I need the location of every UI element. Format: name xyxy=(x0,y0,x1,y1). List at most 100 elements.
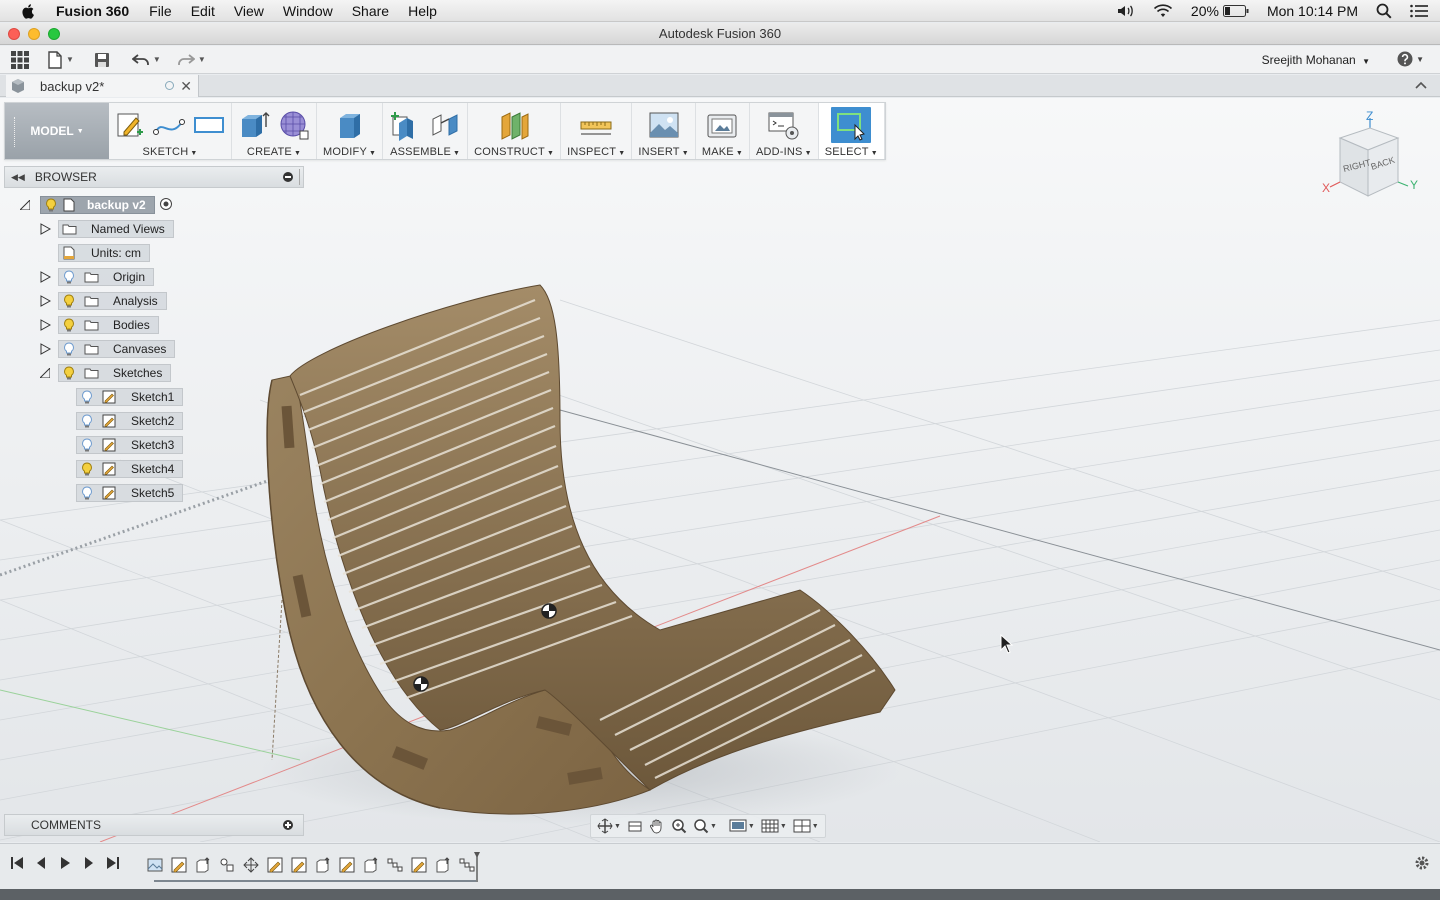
expand-triangle-icon[interactable] xyxy=(40,295,51,307)
design-canvas[interactable] xyxy=(0,98,1440,842)
save-button[interactable] xyxy=(94,48,110,72)
add-comment-icon[interactable] xyxy=(283,820,293,830)
close-tab-icon[interactable]: ✕ xyxy=(180,78,192,95)
make-group[interactable]: MAKE ▼ xyxy=(696,103,750,159)
timeline-sketch-icon[interactable] xyxy=(290,856,308,874)
pan-button[interactable] xyxy=(649,818,665,834)
tree-root[interactable]: backup v2 xyxy=(20,196,173,214)
select-group[interactable]: SELECT ▼ xyxy=(818,103,885,159)
extrude-icon[interactable] xyxy=(238,109,270,141)
chevron-up-icon[interactable] xyxy=(1414,78,1428,92)
window-zoom-button[interactable] xyxy=(48,28,60,40)
timeline-move-body-icon[interactable] xyxy=(242,856,260,874)
visibility-bulb-off-icon[interactable] xyxy=(79,389,95,405)
select-icon[interactable] xyxy=(835,109,867,141)
timeline-extrude-icon[interactable] xyxy=(194,856,212,874)
tree-item-units[interactable]: Units: cm xyxy=(58,244,151,262)
menu-view[interactable]: View xyxy=(234,3,264,19)
timeline-sketch-icon[interactable] xyxy=(170,856,188,874)
menu-edit[interactable]: Edit xyxy=(191,3,215,19)
clock[interactable]: Mon 10:14 PM xyxy=(1267,3,1358,19)
tree-item-sketch1[interactable]: Sketch1 xyxy=(76,388,184,406)
visibility-bulb-off-icon[interactable] xyxy=(61,269,77,285)
browser-minimize-icon[interactable] xyxy=(283,172,293,182)
window-close-button[interactable] xyxy=(8,28,20,40)
create-group[interactable]: CREATE ▼ xyxy=(232,103,317,159)
notification-center-icon[interactable] xyxy=(1410,4,1428,18)
timeline-extrude-icon[interactable] xyxy=(434,856,452,874)
tree-item-bodies[interactable]: Bodies xyxy=(40,316,159,334)
app-menu[interactable]: Fusion 360 xyxy=(56,3,129,19)
grid-snap-button[interactable]: ▼ xyxy=(761,818,787,834)
timeline-canvas-icon[interactable] xyxy=(146,856,164,874)
comments-panel[interactable]: COMMENTS xyxy=(4,814,304,836)
measure-icon[interactable] xyxy=(579,110,613,140)
collapse-triangle-icon[interactable] xyxy=(40,368,50,378)
timeline-pattern-icon[interactable] xyxy=(386,856,404,874)
timeline-move-icon[interactable] xyxy=(218,856,236,874)
viewports-button[interactable]: ▼ xyxy=(793,818,819,834)
expand-triangle-icon[interactable] xyxy=(40,271,51,283)
joint-icon[interactable] xyxy=(429,109,461,141)
wifi-icon[interactable] xyxy=(1153,3,1173,18)
tree-item-sketch2[interactable]: Sketch2 xyxy=(76,412,184,430)
tree-item-sketch3[interactable]: Sketch3 xyxy=(76,436,184,454)
visibility-bulb-icon[interactable] xyxy=(79,461,95,477)
collapse-triangle-icon[interactable] xyxy=(20,200,30,210)
sketch-group[interactable]: SKETCH ▼ xyxy=(109,103,232,159)
zoom-button[interactable] xyxy=(671,818,687,834)
new-component-icon[interactable] xyxy=(389,109,421,141)
tree-item-sketch5[interactable]: Sketch5 xyxy=(76,484,184,502)
collapse-panel-icon[interactable]: ◀◀ xyxy=(11,172,25,183)
timeline-step-back-icon[interactable] xyxy=(34,856,48,870)
visibility-bulb-off-icon[interactable] xyxy=(79,413,95,429)
add-ins-group[interactable]: ADD-INS ▼ xyxy=(750,103,819,159)
timeline-end-icon[interactable] xyxy=(106,856,120,870)
expand-triangle-icon[interactable] xyxy=(40,343,51,355)
undo-button[interactable]: ▼ xyxy=(131,48,161,72)
tree-item-analysis[interactable]: Analysis xyxy=(40,292,167,310)
fit-button[interactable]: ▼ xyxy=(693,818,717,834)
visibility-bulb-icon[interactable] xyxy=(43,197,59,213)
insert-group[interactable]: INSERT ▼ xyxy=(632,103,696,159)
menu-file[interactable]: File xyxy=(149,3,172,19)
spline-icon[interactable] xyxy=(153,110,185,140)
apple-icon[interactable] xyxy=(20,3,38,19)
timeline-step-forward-icon[interactable] xyxy=(82,856,96,870)
modify-group[interactable]: MODIFY ▼ xyxy=(317,103,384,159)
orbit-button[interactable]: ▼ xyxy=(597,818,621,834)
rectangle-icon[interactable] xyxy=(193,110,225,140)
visibility-bulb-icon[interactable] xyxy=(61,293,77,309)
view-cube[interactable]: Z RIGHT BACK X Y xyxy=(1320,108,1430,208)
timeline-sketch-icon[interactable] xyxy=(338,856,356,874)
menu-help[interactable]: Help xyxy=(408,3,437,19)
file-menu-button[interactable]: ▼ xyxy=(47,48,74,72)
tree-item-canvases[interactable]: Canvases xyxy=(40,340,176,358)
expand-triangle-icon[interactable] xyxy=(40,223,51,235)
workspace-switcher[interactable]: MODEL ▼ xyxy=(5,103,109,159)
3d-print-icon[interactable] xyxy=(706,109,738,141)
battery-icon[interactable] xyxy=(1222,4,1249,17)
data-panel-button[interactable] xyxy=(11,48,29,72)
timeline-sketch-icon[interactable] xyxy=(410,856,428,874)
user-account-menu[interactable]: Sreejith Mohanan ▼ xyxy=(1262,53,1370,67)
visibility-bulb-icon[interactable] xyxy=(61,365,77,381)
volume-icon[interactable] xyxy=(1117,4,1135,18)
document-tab[interactable]: backup v2* ✕ xyxy=(6,75,199,97)
offset-plane-icon[interactable] xyxy=(498,109,530,141)
timeline-start-icon[interactable] xyxy=(10,856,24,870)
visibility-bulb-icon[interactable] xyxy=(61,317,77,333)
tree-item-sketch4[interactable]: Sketch4 xyxy=(76,460,184,478)
tree-item-named-views[interactable]: Named Views xyxy=(40,220,174,238)
assemble-group[interactable]: ASSEMBLE ▼ xyxy=(383,103,469,159)
activate-radio-icon[interactable] xyxy=(159,197,173,214)
scripts-addins-icon[interactable] xyxy=(767,109,801,141)
browser-header[interactable]: ◀◀ BROWSER xyxy=(4,166,304,188)
timeline-settings-gear-icon[interactable] xyxy=(1414,855,1430,871)
timeline-extrude-icon[interactable] xyxy=(362,856,380,874)
inspect-group[interactable]: INSPECT ▼ xyxy=(561,103,633,159)
menu-window[interactable]: Window xyxy=(283,3,333,19)
menu-share[interactable]: Share xyxy=(352,3,389,19)
display-settings-button[interactable]: ▼ xyxy=(729,818,755,834)
visibility-bulb-off-icon[interactable] xyxy=(79,485,95,501)
